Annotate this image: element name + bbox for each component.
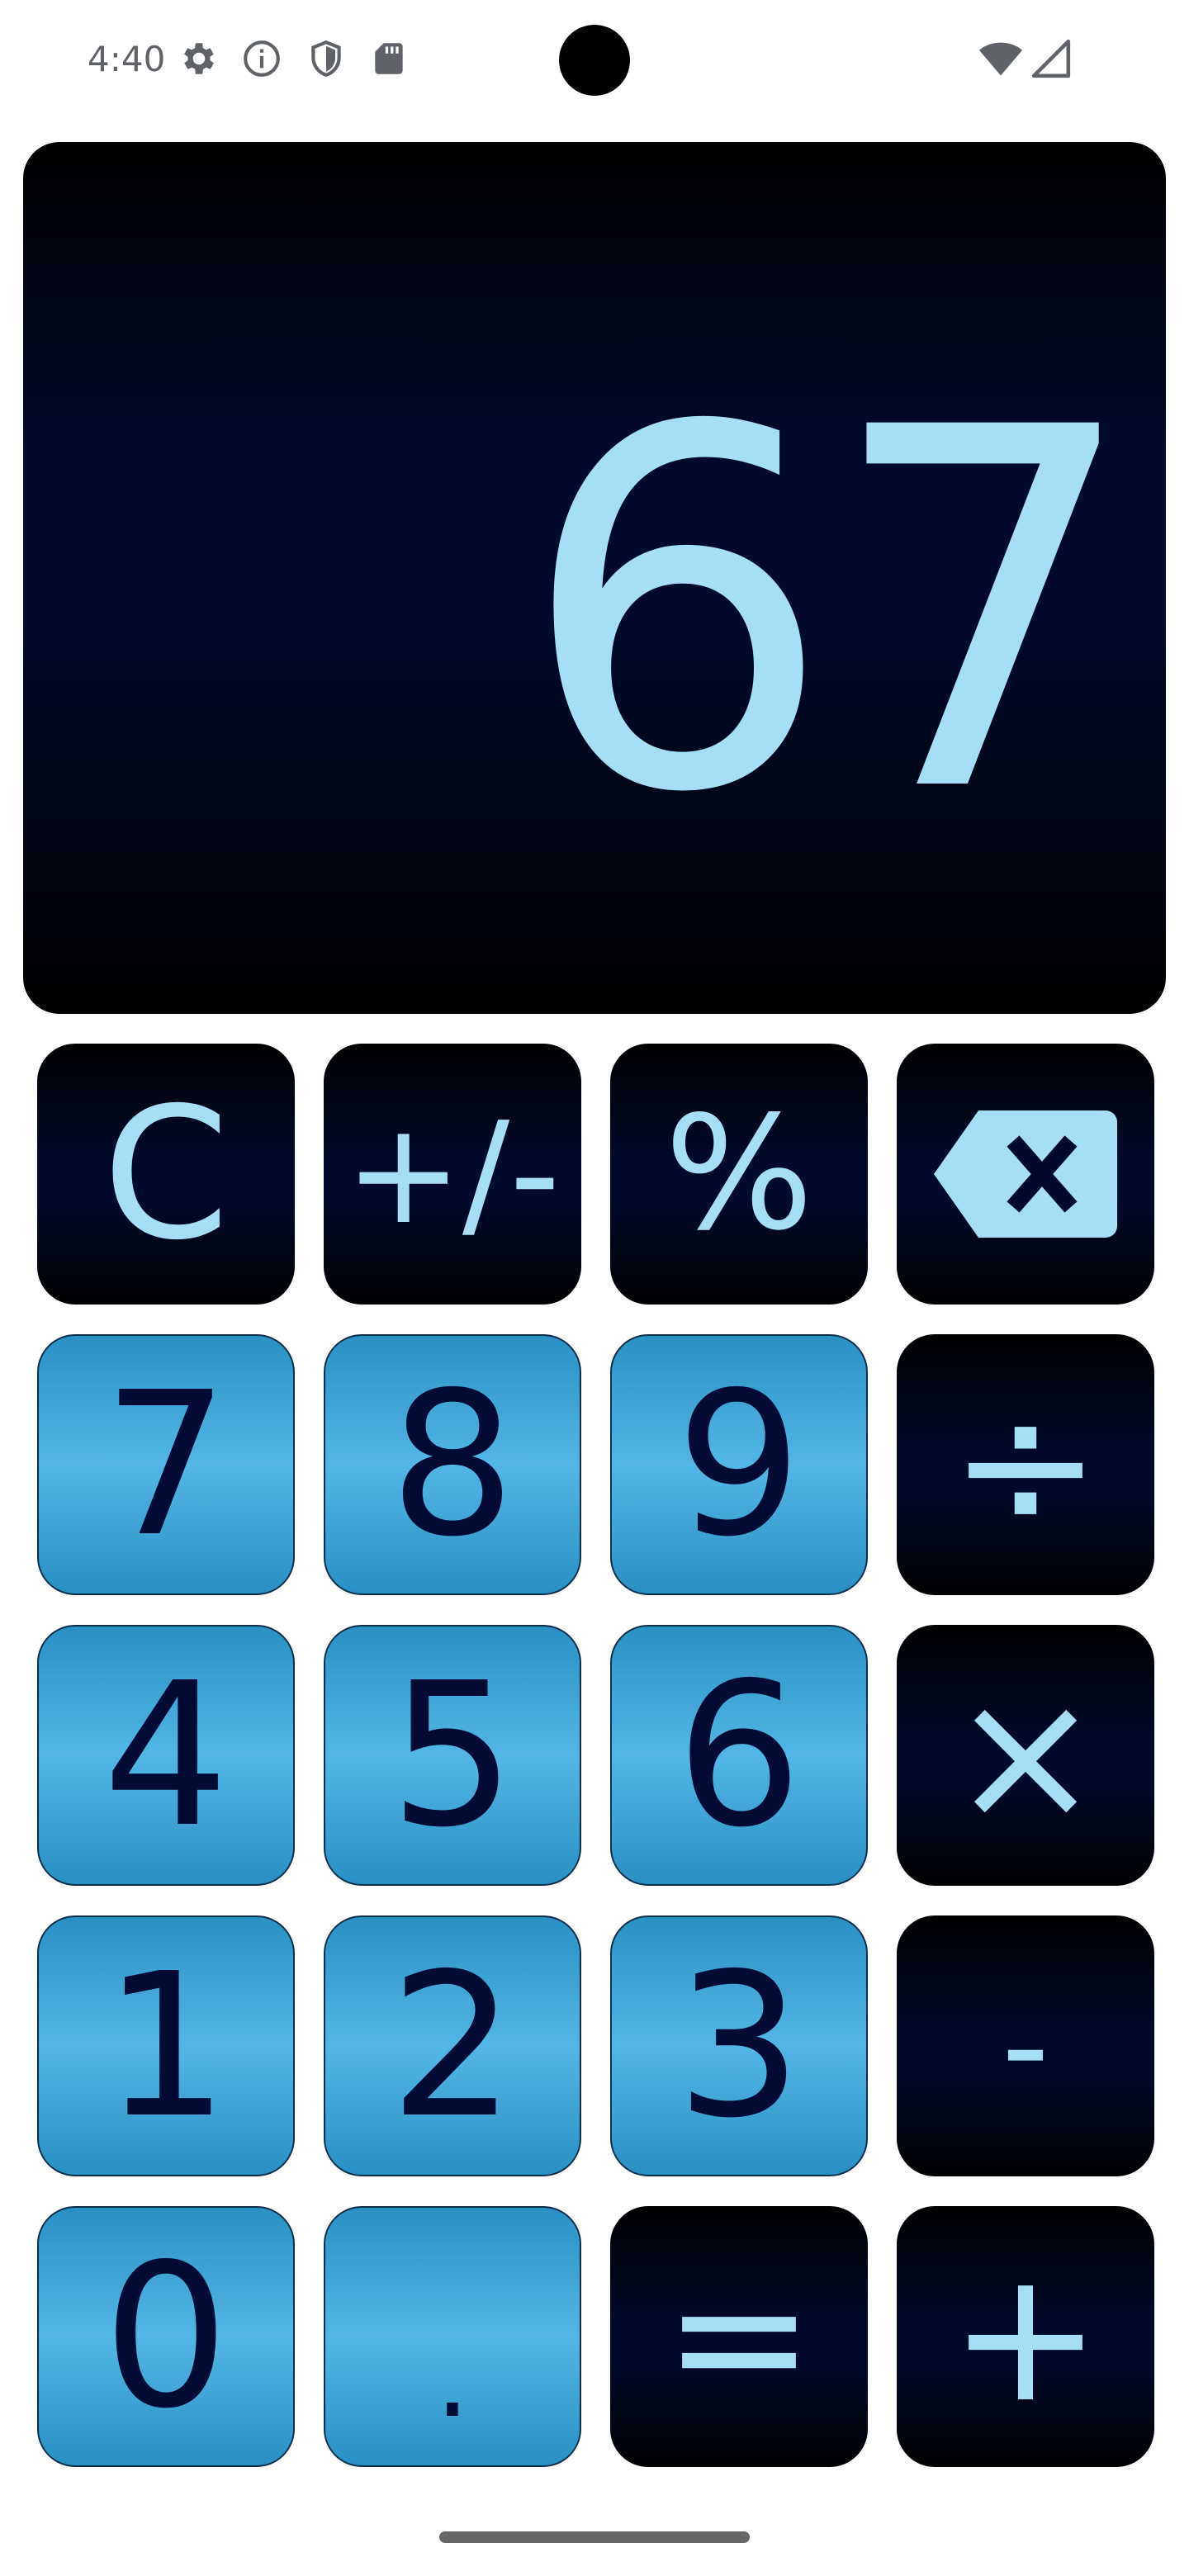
digit-7-label: 7 (102, 1349, 230, 1580)
multiply-label: × (949, 1650, 1102, 1861)
sd-card-icon (375, 43, 403, 74)
clear-label: C (102, 1068, 230, 1280)
percent-button[interactable]: % (610, 1044, 868, 1305)
digit-9-button[interactable]: 9 (610, 1334, 868, 1595)
multiply-button[interactable]: × (897, 1625, 1154, 1886)
minus-button[interactable]: - (897, 1915, 1154, 2176)
shield-icon (311, 40, 341, 77)
digit-3-label: 3 (675, 1930, 803, 2162)
calculator-app: 4:40 67 C +/- % 7 8 9 ÷ 4 5 6 × 1 2 3 - … (0, 0, 1189, 2576)
plus-minus-button[interactable]: +/- (324, 1044, 581, 1305)
digit-1-label: 1 (102, 1930, 230, 2162)
status-bar: 4:40 (0, 0, 1189, 124)
digit-5-label: 5 (389, 1640, 516, 1871)
digit-8-label: 8 (389, 1349, 516, 1580)
wifi-icon (978, 42, 1023, 76)
cell-signal-icon (1031, 39, 1071, 78)
digit-5-button[interactable]: 5 (324, 1625, 581, 1886)
navigation-handle[interactable] (439, 2531, 750, 2543)
decimal-label: . (435, 2316, 470, 2441)
decimal-button[interactable]: . (324, 2206, 581, 2467)
digit-3-button[interactable]: 3 (610, 1915, 868, 2176)
digit-9-label: 9 (675, 1349, 803, 1580)
display-value: 67 (519, 324, 1141, 901)
digit-4-label: 4 (102, 1640, 230, 1871)
digit-8-button[interactable]: 8 (324, 1334, 581, 1595)
digit-0-label: 0 (102, 2221, 230, 2452)
equals-label: = (662, 2231, 816, 2442)
gear-icon (184, 43, 214, 74)
digit-6-button[interactable]: 6 (610, 1625, 868, 1886)
percent-label: % (664, 1082, 814, 1265)
digit-6-label: 6 (675, 1640, 803, 1871)
clear-button[interactable]: C (37, 1044, 295, 1305)
plus-button[interactable]: + (897, 2206, 1154, 2467)
equals-button[interactable]: = (610, 2206, 868, 2467)
camera-cutout (559, 25, 630, 96)
minus-label: - (1002, 1968, 1049, 2123)
backspace-icon (934, 1110, 1117, 1238)
digit-1-button[interactable]: 1 (37, 1915, 295, 2176)
digit-0-button[interactable]: 0 (37, 2206, 295, 2467)
backspace-button[interactable] (897, 1044, 1154, 1305)
plus-minus-label: +/- (344, 1092, 561, 1256)
status-time: 4:40 (88, 39, 166, 79)
digit-7-button[interactable]: 7 (37, 1334, 295, 1595)
divide-button[interactable]: ÷ (897, 1334, 1154, 1595)
digit-2-button[interactable]: 2 (324, 1915, 581, 2176)
digit-4-button[interactable]: 4 (37, 1625, 295, 1886)
divide-label: ÷ (949, 1359, 1102, 1570)
digit-2-label: 2 (389, 1930, 516, 2162)
result-display: 67 (23, 142, 1166, 1014)
plus-label: + (949, 2231, 1102, 2442)
info-icon (244, 40, 280, 77)
